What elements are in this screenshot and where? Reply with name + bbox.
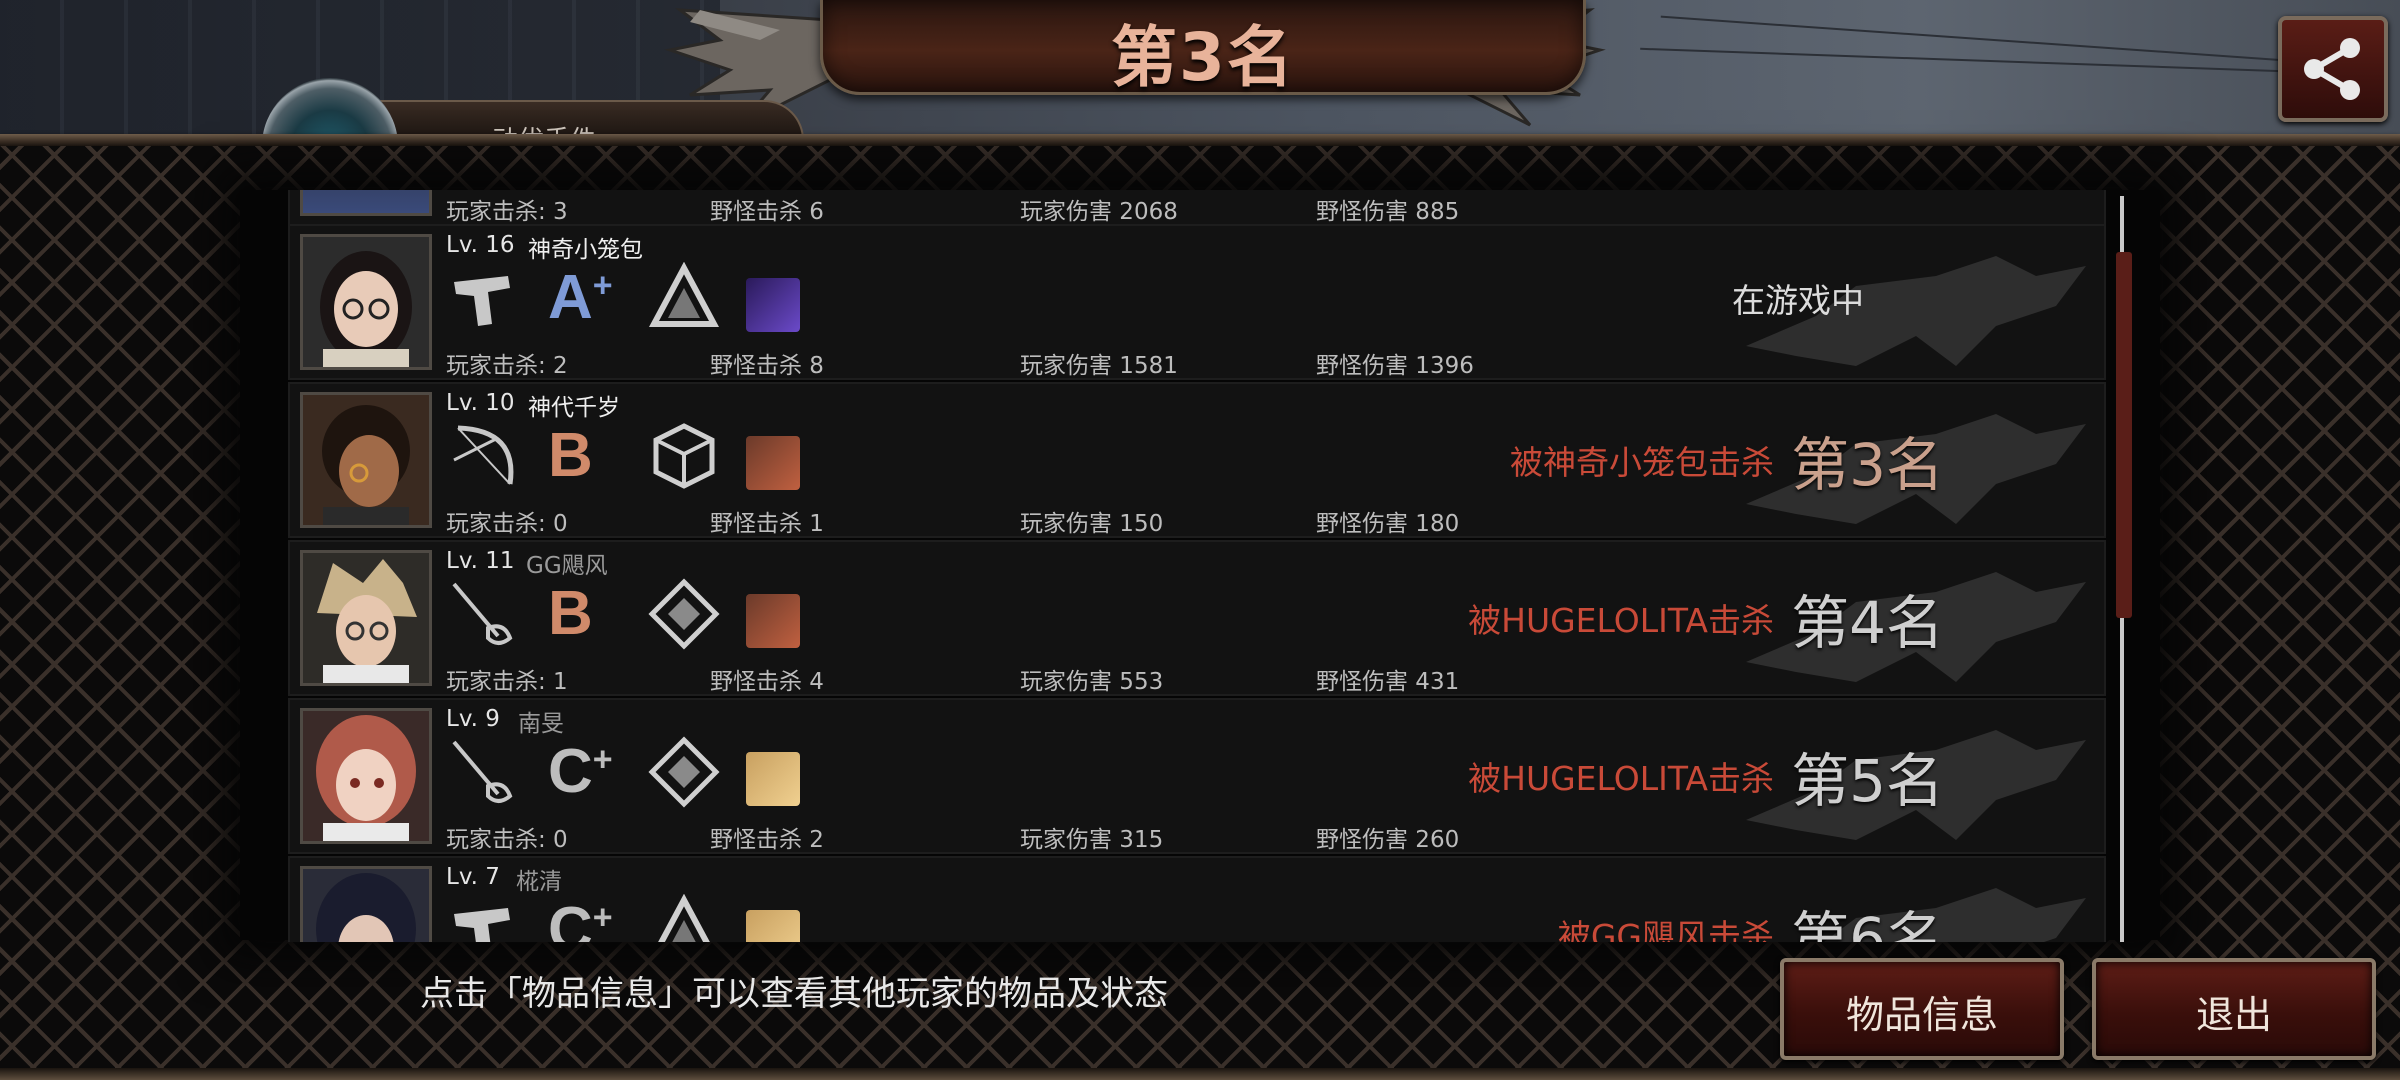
- player-rank: 第4名: [1791, 589, 1944, 657]
- player-name: 椛清: [516, 869, 562, 895]
- exit-button[interactable]: 退出: [2092, 958, 2376, 1060]
- loadout-icons: A+: [448, 262, 828, 338]
- monster-kills: 野怪击杀 4: [710, 669, 824, 695]
- triangle-skill-icon: [658, 894, 710, 942]
- player-rank: 第6名: [1791, 905, 1944, 942]
- player-kills: 玩家击杀: 1: [446, 669, 568, 695]
- player-row[interactable]: Lv. 11 GG飓风 B 玩家击杀: 1 野怪击杀 4 玩家伤害 553 野怪…: [288, 540, 2106, 696]
- monster-damage: 野怪伤害 431: [1316, 669, 1460, 695]
- triangle-skill-icon: [648, 262, 720, 327]
- player-name: 南旻: [518, 711, 564, 737]
- player-kills: 玩家击杀: 0: [446, 511, 568, 537]
- player-kills: 玩家击杀: 3: [446, 199, 568, 225]
- player-name: 神代千岁: [528, 395, 620, 421]
- monster-damage: 野怪伤害 1396: [1316, 353, 1474, 379]
- rapier-icon: [452, 582, 513, 645]
- hint-text: 点击「物品信息」可以查看其他玩家的物品及状态: [420, 974, 1168, 1014]
- pistol-icon: [454, 276, 510, 326]
- player-name: GG飓风: [526, 553, 608, 579]
- loadout-icons: C+: [448, 736, 828, 812]
- monster-kills: 野怪击杀 6: [710, 199, 824, 225]
- share-button[interactable]: [2278, 16, 2388, 122]
- player-damage: 玩家伤害 315: [1020, 827, 1164, 853]
- share-icon: [2304, 38, 2360, 100]
- cube-skill-icon: [653, 423, 715, 489]
- player-avatar: [300, 550, 432, 686]
- results-list[interactable]: 玩家击杀: 3 野怪击杀 6 玩家伤害 2068 野怪伤害 885 Lv. 16…: [288, 190, 2108, 942]
- player-level: Lv. 16: [446, 232, 515, 258]
- bandage-item-icon: [746, 752, 800, 806]
- player-damage: 玩家伤害 1581: [1020, 353, 1178, 379]
- player-avatar: [300, 392, 432, 528]
- player-rank: 第3名: [1791, 431, 1944, 499]
- monster-kills: 野怪击杀 1: [710, 511, 824, 537]
- frame-bottom-bar: [0, 1068, 2400, 1080]
- rank-title: 第3名: [1111, 19, 1295, 96]
- purple-item-icon: [746, 278, 800, 332]
- grade-badge: B: [548, 421, 593, 490]
- grade-badge: B: [548, 579, 593, 648]
- player-damage: 玩家伤害 2068: [1020, 199, 1178, 225]
- monster-damage: 野怪伤害 180: [1316, 511, 1460, 537]
- player-avatar: [300, 234, 432, 370]
- player-damage: 玩家伤害 553: [1020, 669, 1164, 695]
- rank-banner: 第3名: [820, 0, 1586, 96]
- monster-kills: 野怪击杀 2: [710, 827, 824, 853]
- player-status: 被GG飓风击杀: [1557, 917, 1774, 942]
- power-line: [1660, 15, 2300, 63]
- grade-badge: C+: [548, 895, 613, 942]
- player-avatar: [300, 190, 432, 216]
- monster-kills: 野怪击杀 8: [710, 353, 824, 379]
- player-level: Lv. 7: [446, 864, 500, 890]
- player-name: 神奇小笼包: [528, 237, 643, 263]
- power-line: [1640, 47, 2340, 75]
- monster-damage: 野怪伤害 885: [1316, 199, 1460, 225]
- player-avatar: [300, 708, 432, 844]
- bandage-item-icon: [746, 910, 800, 942]
- player-level: Lv. 11: [446, 548, 515, 574]
- frame-top-bar: [0, 134, 2400, 146]
- loadout-icons: B: [448, 420, 828, 496]
- player-status: 被HUGELOLITA击杀: [1468, 759, 1774, 798]
- diamond-skill-icon: [648, 736, 720, 808]
- bow-icon: [453, 425, 514, 485]
- loadout-icons: B: [448, 578, 828, 654]
- grade-badge: A+: [548, 263, 613, 332]
- player-level: Lv. 10: [446, 390, 515, 416]
- monster-damage: 野怪伤害 260: [1316, 827, 1460, 853]
- item-info-button[interactable]: 物品信息: [1780, 958, 2064, 1060]
- grade-badge: C+: [548, 737, 613, 806]
- player-status: 被HUGELOLITA击杀: [1468, 601, 1774, 640]
- binoculars-item-icon: [746, 436, 800, 490]
- player-status: 在游戏中: [1732, 281, 1864, 320]
- player-status: 被神奇小笼包击杀: [1510, 443, 1774, 482]
- pistol-icon: [454, 908, 510, 942]
- player-row[interactable]: Lv. 16 神奇小笼包 A+ 玩家击杀: 2 野怪击杀 8 玩家伤害 1581…: [288, 224, 2106, 380]
- loadout-icons: C+: [448, 894, 828, 942]
- player-level: Lv. 9: [446, 706, 500, 732]
- player-row[interactable]: Lv. 10 神代千岁 B 玩家击杀: 0 野怪击杀 1 玩家伤害 150 野怪…: [288, 382, 2106, 538]
- player-kills: 玩家击杀: 2: [446, 353, 568, 379]
- player-avatar: [300, 866, 432, 942]
- player-damage: 玩家伤害 150: [1020, 511, 1164, 537]
- player-rank: 第5名: [1791, 747, 1944, 815]
- scrollbar-thumb[interactable]: [2116, 252, 2132, 618]
- player-kills: 玩家击杀: 0: [446, 827, 568, 853]
- player-row[interactable]: Lv. 9 南旻 C+ 玩家击杀: 0 野怪击杀 2 玩家伤害 315 野怪伤害…: [288, 698, 2106, 854]
- player-row-partial: 玩家击杀: 3 野怪击杀 6 玩家伤害 2068 野怪伤害 885: [288, 190, 2106, 226]
- player-row[interactable]: Lv. 7 椛清 C+ 被GG飓风击杀 第6名: [288, 856, 2106, 942]
- binoculars-item-icon: [746, 594, 800, 648]
- rapier-icon: [452, 740, 513, 803]
- diamond-skill-icon: [648, 578, 720, 650]
